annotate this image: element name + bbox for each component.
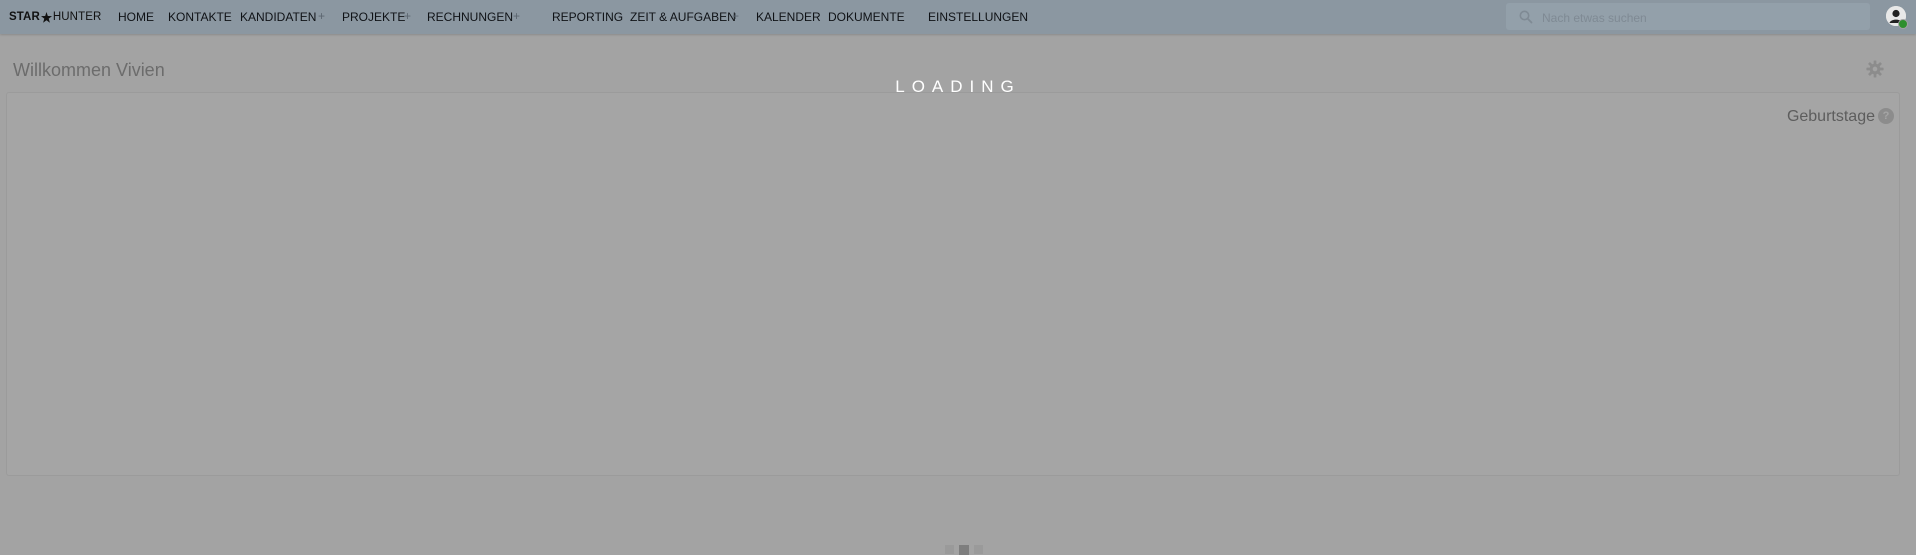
nav-rechnungen[interactable]: RECHNUNGEN: [427, 0, 513, 34]
nav-projekte[interactable]: PROJEKTE: [342, 0, 405, 34]
logo-text-left: STAR: [9, 11, 40, 23]
nav-kandidaten[interactable]: KANDIDATEN: [240, 0, 316, 34]
online-status-indicator: [1898, 19, 1908, 29]
nav-kandidaten-add-button[interactable]: +: [318, 0, 325, 34]
loader-dot: [959, 544, 969, 555]
loader-dot: [974, 545, 983, 554]
loading-spinner: [945, 544, 985, 555]
nav-zeit-aufgaben[interactable]: ZEIT & AUFGABEN: [630, 0, 736, 34]
logo-text-right: HUNTER: [52, 11, 102, 23]
loader-dot: [945, 545, 954, 554]
nav-kalender[interactable]: KALENDER: [756, 0, 821, 34]
nav-einstellungen[interactable]: EINSTELLUNGEN: [928, 0, 1028, 34]
user-avatar-icon[interactable]: [1886, 6, 1908, 29]
nav-rechnungen-add-button[interactable]: +: [513, 0, 520, 34]
nav-home[interactable]: HOME: [118, 0, 154, 34]
help-icon[interactable]: ?: [1878, 108, 1894, 124]
top-navigation-bar: STAR HUNTER HOME KONTAKTE KANDIDATEN + P…: [0, 0, 1916, 34]
app-logo[interactable]: STAR HUNTER: [9, 0, 101, 34]
nav-dokumente[interactable]: DOKUMENTE: [828, 0, 905, 34]
global-search: [1506, 3, 1870, 32]
search-icon: [1519, 10, 1533, 24]
nav-zeit-aufgaben-add-button[interactable]: +: [732, 0, 739, 34]
loading-overlay-text: LOADING: [895, 77, 1021, 96]
birthdays-widget: Geburtstage ?: [6, 92, 1900, 555]
widget-title: Geburtstage: [1786, 108, 1875, 125]
gear-icon[interactable]: [1866, 60, 1884, 78]
nav-kontakte[interactable]: KONTAKTE: [168, 0, 232, 34]
nav-projekte-add-button[interactable]: +: [404, 0, 411, 34]
page-title: Willkommen Vivien: [13, 60, 165, 80]
nav-reporting[interactable]: REPORTING: [552, 0, 623, 34]
search-input[interactable]: [1540, 3, 1864, 32]
star-icon: [40, 11, 52, 23]
